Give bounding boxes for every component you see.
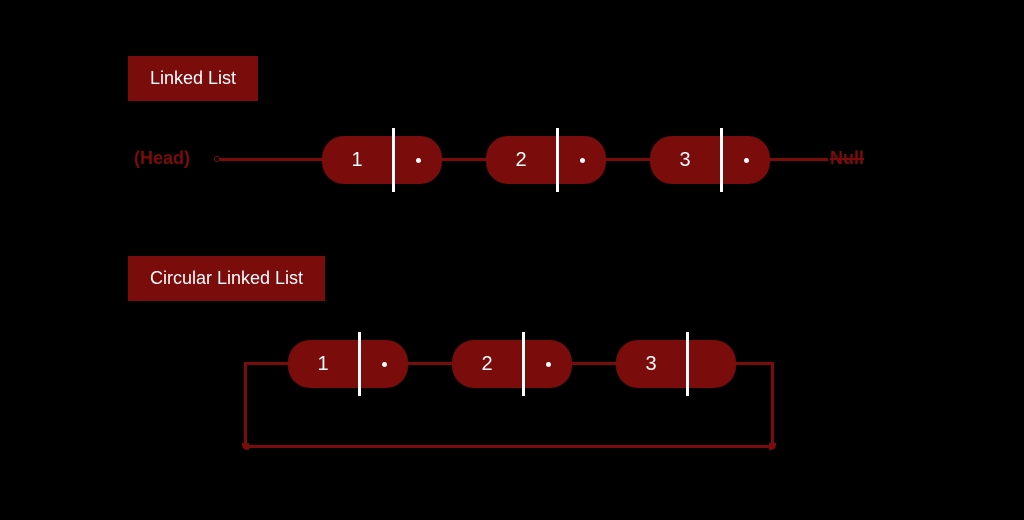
cll-node-3-value: 3: [616, 340, 686, 388]
cll-node-2: 2: [452, 340, 572, 388]
loop-seg-up-left: [244, 362, 247, 448]
pointer-dot-icon: [416, 158, 421, 163]
link-head-to-1: [220, 158, 322, 161]
cll-node-3: 3: [616, 340, 736, 388]
link-1-to-2: [442, 158, 486, 161]
clink-2-to-3: [572, 362, 616, 365]
ll-node-3-pointer: [723, 136, 770, 184]
loop-seg-right: [736, 362, 774, 365]
loop-corner-br: [769, 443, 776, 450]
cll-node-2-pointer: [525, 340, 572, 388]
ll-node-2-value: 2: [486, 136, 556, 184]
ll-node-1-value: 1: [322, 136, 392, 184]
ll-node-1: 1: [322, 136, 442, 184]
linked-list-title-badge: Linked List: [128, 56, 258, 101]
ll-node-1-pointer: [395, 136, 442, 184]
cll-node-2-value: 2: [452, 340, 522, 388]
head-label: (Head): [134, 148, 190, 169]
cll-node-1: 1: [288, 340, 408, 388]
loop-seg-down-right: [771, 362, 774, 448]
loop-corner-bl: [242, 443, 249, 450]
link-3-to-null: [770, 158, 828, 161]
ll-node-3-value: 3: [650, 136, 720, 184]
link-2-to-3: [606, 158, 650, 161]
cll-node-1-pointer: [361, 340, 408, 388]
pointer-dot-icon: [744, 158, 749, 163]
cll-node-3-pointer: [689, 340, 736, 388]
clink-1-to-2: [408, 362, 452, 365]
loop-seg-into-node1: [244, 362, 288, 365]
null-label: Null: [830, 148, 864, 169]
cll-node-1-value: 1: [288, 340, 358, 388]
pointer-dot-icon: [546, 362, 551, 367]
loop-seg-bottom: [244, 445, 774, 448]
pointer-dot-icon: [382, 362, 387, 367]
ll-node-3: 3: [650, 136, 770, 184]
circular-linked-list-title-badge: Circular Linked List: [128, 256, 325, 301]
ll-node-2: 2: [486, 136, 606, 184]
ll-node-2-pointer: [559, 136, 606, 184]
pointer-dot-icon: [580, 158, 585, 163]
